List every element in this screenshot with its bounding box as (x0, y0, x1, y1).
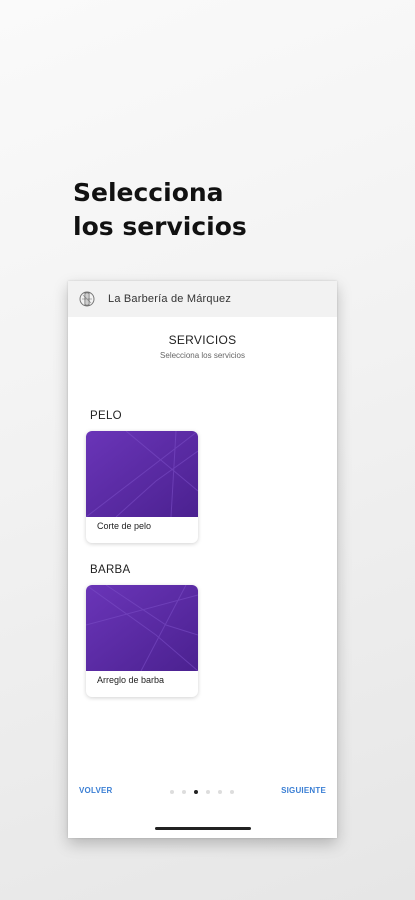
service-image (86, 431, 198, 517)
back-button[interactable]: VOLVER (79, 786, 113, 795)
step-dot (218, 790, 222, 794)
app-bar: La Barbería de Márquez (68, 281, 337, 317)
service-label: Corte de pelo (97, 521, 152, 531)
phone-screen: La Barbería de Márquez SERVICIOS Selecci… (68, 281, 337, 838)
service-label: Arreglo de barba (97, 675, 165, 685)
service-image (86, 585, 198, 671)
service-card-arreglo-de-barba[interactable]: Arreglo de barba (86, 585, 198, 697)
barber-logo-icon (78, 290, 96, 308)
step-dot (182, 790, 186, 794)
screen-subtitle: Selecciona los servicios (160, 351, 245, 360)
wizard-footer: VOLVER SIGUIENTE (68, 786, 337, 806)
service-card-corte-de-pelo[interactable]: Corte de pelo (86, 431, 198, 543)
section-label-pelo: PELO (90, 410, 122, 422)
headline-line-1: Selecciona (73, 178, 224, 207)
section-label-barba: BARBA (90, 564, 131, 576)
home-indicator (155, 827, 251, 830)
next-button[interactable]: SIGUIENTE (281, 786, 326, 795)
app-title: La Barbería de Márquez (108, 293, 232, 305)
step-dot (170, 790, 174, 794)
screen-title: SERVICIOS (168, 333, 237, 347)
step-dot (206, 790, 210, 794)
step-dot (194, 790, 198, 794)
headline-line-2: los servicios (73, 212, 247, 241)
step-indicator (170, 790, 234, 794)
promo-headline: Selecciona los servicios (73, 176, 247, 244)
step-dot (230, 790, 234, 794)
